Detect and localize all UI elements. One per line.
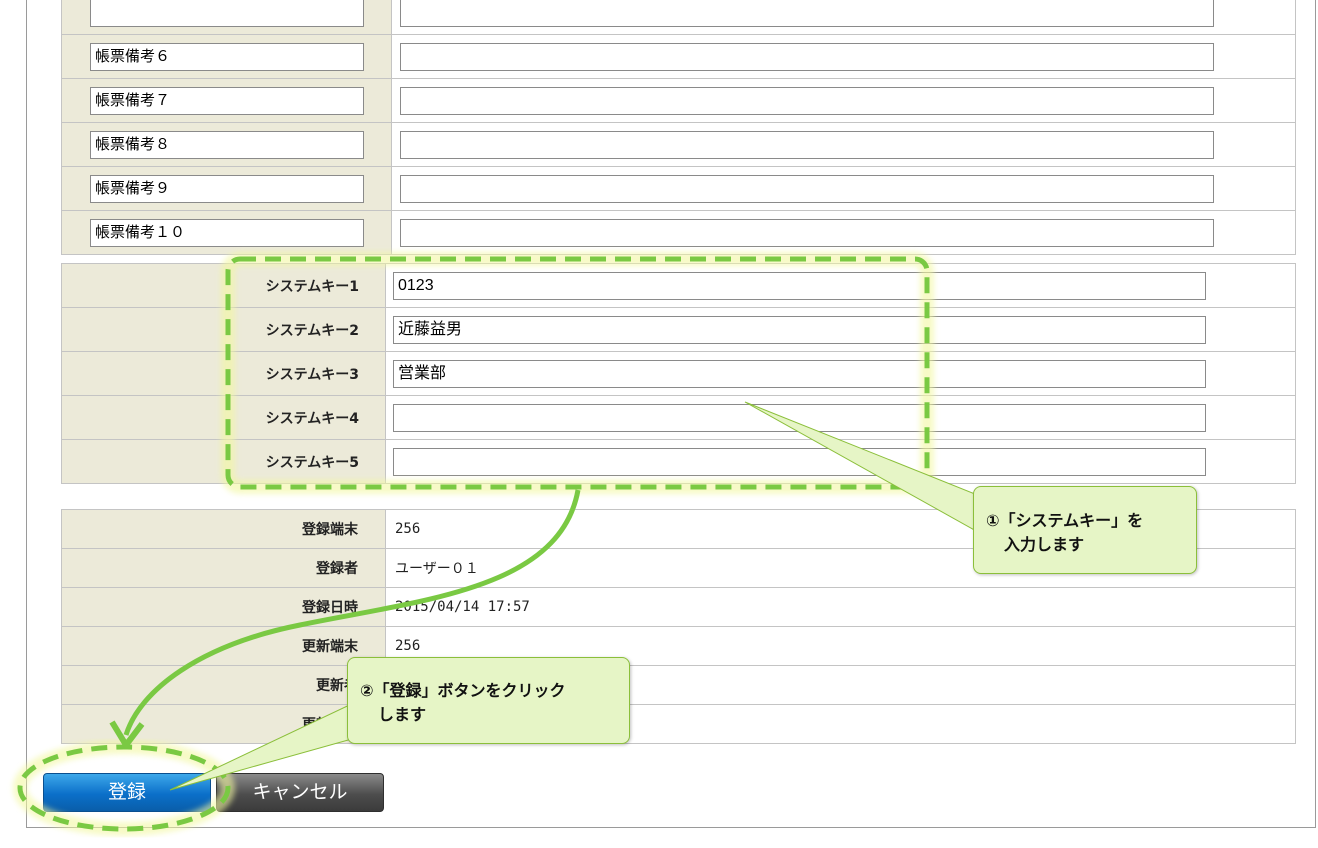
cancel-button[interactable]: キャンセル (216, 773, 384, 812)
table-row: 更新者 (61, 665, 1296, 705)
registered-terminal-label: 登録端末 (61, 509, 386, 549)
remarks-label-field-7[interactable] (90, 86, 364, 115)
updated-by-label: 更新者 (61, 665, 386, 705)
remarks-value-field-7[interactable] (400, 86, 1214, 115)
system-key-label-1: システムキー1 (61, 263, 386, 308)
remarks-label-field-10[interactable] (90, 218, 364, 247)
remarks-row-7 (61, 78, 1296, 123)
remarks-value-field-6[interactable] (400, 42, 1214, 71)
registered-at-value: 2015/04/14 17:57 (385, 587, 1296, 627)
remarks-table (61, 0, 1296, 255)
remarks-label-field-5[interactable] (90, 0, 364, 27)
system-key-row-3: システムキー3 (61, 351, 1296, 396)
remarks-value-field-9[interactable] (400, 174, 1214, 203)
callout-step1: ①「システムキー」を 入力します (973, 486, 1197, 574)
remarks-label-field-6[interactable] (90, 42, 364, 71)
remarks-row-8 (61, 122, 1296, 167)
table-row: 登録日時 2015/04/14 17:57 (61, 587, 1296, 627)
remarks-row-10 (61, 210, 1296, 255)
system-key-label-3: システムキー3 (61, 351, 386, 396)
registered-by-label: 登録者 (61, 548, 386, 588)
system-key-input-4[interactable] (393, 403, 1206, 432)
system-key-input-5[interactable] (393, 447, 1206, 476)
callout-step2-line1: ②「登録」ボタンをクリック (360, 681, 566, 700)
remarks-value-field-5[interactable] (400, 0, 1214, 27)
callout-step1-line1: ①「システムキー」を (986, 511, 1144, 530)
updated-terminal-label: 更新端末 (61, 626, 386, 666)
table-row: 更新日時 (61, 704, 1296, 744)
system-key-label-5: システムキー5 (61, 439, 386, 484)
register-button[interactable]: 登録 (43, 773, 211, 812)
remarks-value-field-8[interactable] (400, 130, 1214, 159)
remarks-label-field-8[interactable] (90, 130, 364, 159)
remarks-row-6 (61, 34, 1296, 79)
registered-at-label: 登録日時 (61, 587, 386, 627)
system-key-label-4: システムキー4 (61, 395, 386, 440)
system-key-row-1: システムキー1 (61, 263, 1296, 308)
system-key-table: システムキー1 システムキー2 システムキー3 システムキー4 システムキー5 (61, 263, 1296, 484)
callout-step2-line2: します (378, 705, 427, 724)
system-key-label-2: システムキー2 (61, 307, 386, 352)
system-key-input-3[interactable] (393, 359, 1206, 388)
remarks-label-field-9[interactable] (90, 174, 364, 203)
callout-step2: ②「登録」ボタンをクリック します (347, 657, 630, 744)
remarks-value-field-10[interactable] (400, 218, 1214, 247)
system-key-row-2: システムキー2 (61, 307, 1296, 352)
system-key-row-4: システムキー4 (61, 395, 1296, 440)
callout-step1-line2: 入力します (1004, 535, 1085, 554)
updated-at-label: 更新日時 (61, 704, 386, 744)
system-key-input-1[interactable] (393, 271, 1206, 300)
system-key-row-5: システムキー5 (61, 439, 1296, 484)
remarks-row-5 (61, 0, 1296, 35)
system-key-input-2[interactable] (393, 315, 1206, 344)
table-row: 更新端末 256 (61, 626, 1296, 666)
remarks-row-9 (61, 166, 1296, 211)
